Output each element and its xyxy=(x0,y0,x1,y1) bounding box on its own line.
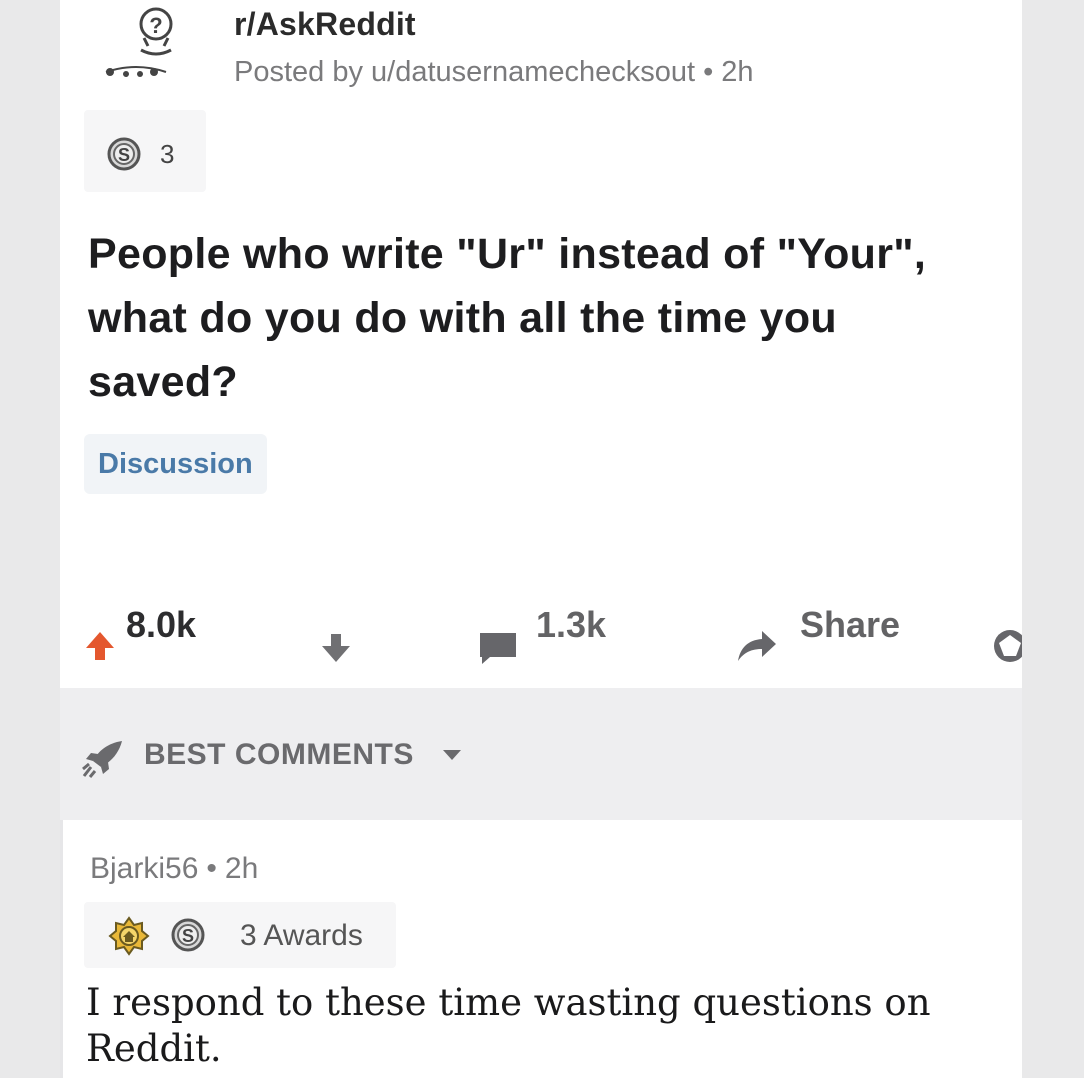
award-count: 3 xyxy=(160,139,175,169)
comment-bubble-icon[interactable] xyxy=(478,612,518,684)
comment-meta-separator: • xyxy=(206,852,217,885)
post-author[interactable]: u/datusernamechecksout xyxy=(371,56,695,88)
post-card: ? r/AskReddit Posted by u/datusernameche… xyxy=(60,0,1022,1078)
comment-thread-line[interactable] xyxy=(60,820,63,1078)
comment-meta: Bjarki56 • 2h xyxy=(90,852,258,886)
post-meta: Posted by u/datusernamechecksout • 2h xyxy=(234,56,754,89)
subreddit-name[interactable]: r/AskReddit xyxy=(234,6,416,43)
comment-author[interactable]: Bjarki56 xyxy=(90,852,198,885)
share-label[interactable]: Share xyxy=(800,604,900,646)
comment-item: Bjarki56 • 2h S 3 Awards I respond to thes… xyxy=(60,820,1022,1078)
svg-text:S: S xyxy=(118,145,130,165)
comment-age: 2h xyxy=(224,852,259,885)
svg-text:?: ? xyxy=(149,13,162,38)
vote-score: 8.0k xyxy=(126,604,197,645)
posted-by-prefix: Posted by xyxy=(234,56,363,88)
upvote-arrow-icon[interactable] xyxy=(84,610,116,682)
comment-count[interactable]: 1.3k xyxy=(536,604,606,646)
rocket-icon xyxy=(82,741,122,778)
comment-awards[interactable]: S 3 Awards xyxy=(84,902,396,968)
silver-award-icon: S xyxy=(107,137,141,171)
post-age: 2h xyxy=(721,56,754,88)
post-awards[interactable]: S 3 xyxy=(84,110,206,192)
share-arrow-icon[interactable] xyxy=(736,610,778,682)
meta-separator: • xyxy=(703,56,714,88)
post-title[interactable]: People who write "Ur" instead of "Your",… xyxy=(88,222,988,414)
post-actions: 8.0k 1.3k Share xyxy=(84,590,1022,664)
sort-label[interactable]: BEST COMMENTS xyxy=(144,738,414,772)
question-mark-snoo-icon[interactable]: ? xyxy=(96,2,176,86)
gem-icon[interactable] xyxy=(992,610,1022,682)
comment-body: I respond to these time wasting question… xyxy=(86,981,931,1070)
silver-award-icon: S xyxy=(171,918,205,952)
svg-text:S: S xyxy=(182,926,194,946)
caret-down-icon[interactable] xyxy=(442,749,462,761)
helpful-award-icon xyxy=(108,916,150,956)
comment-awards-label: 3 Awards xyxy=(240,919,363,952)
post-flair[interactable]: Discussion xyxy=(84,434,267,494)
post-header: ? r/AskReddit Posted by u/datusernameche… xyxy=(96,2,996,89)
downvote-arrow-icon[interactable] xyxy=(320,612,352,684)
comment-sort-bar[interactable]: BEST COMMENTS xyxy=(60,688,1022,820)
